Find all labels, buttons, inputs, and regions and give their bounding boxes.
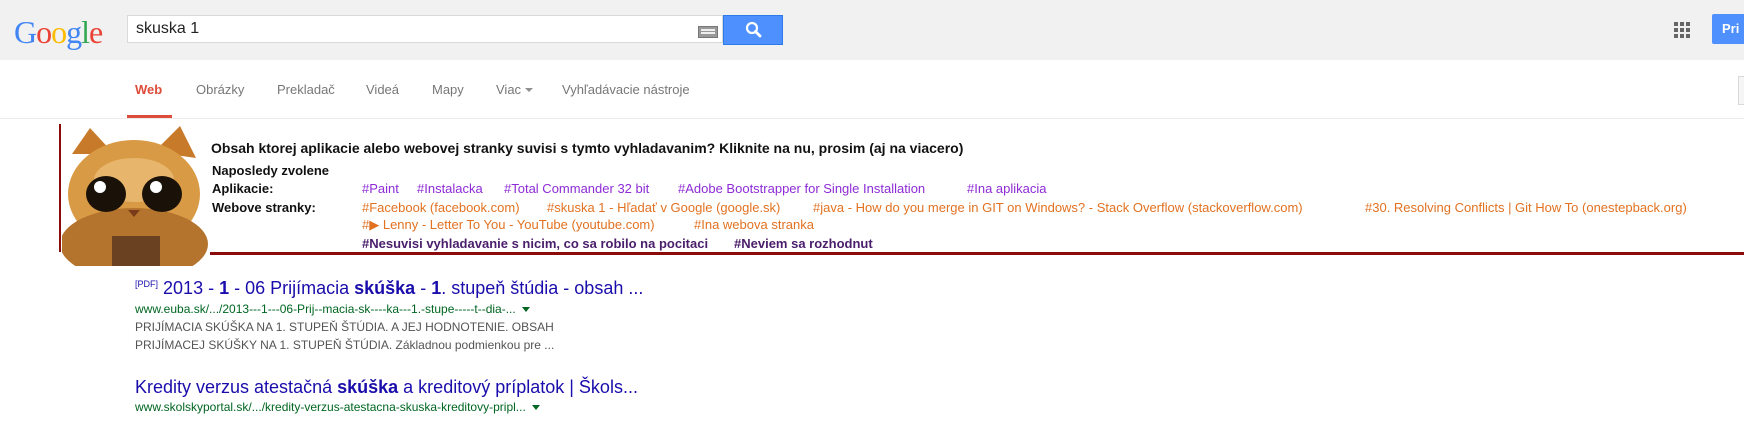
result-url[interactable]: www.skolskyportal.sk/.../kredity-verzus-…	[135, 400, 540, 414]
title-part: 2013 -	[163, 278, 220, 298]
result-snippet: PRIJÍMACEJ SKÚŠKY NA 1. STUPEŇ ŠTÚDIA. Z…	[135, 338, 555, 352]
google-logo[interactable]: Google	[14, 13, 103, 51]
app-tag[interactable]: #Total Commander 32 bit	[504, 181, 649, 196]
app-tag[interactable]: #Instalacka	[417, 181, 483, 196]
recent-label: Naposledy zvolene	[212, 163, 330, 178]
undecided-tag[interactable]: #Neviem sa rozhodnut	[734, 236, 873, 251]
panel-question: Obsah ktorej aplikacie alebo webovej str…	[211, 140, 964, 156]
app-tag[interactable]: #Adobe Bootstrapper for Single Installat…	[678, 181, 925, 196]
apps-grid-icon[interactable]	[1674, 22, 1690, 38]
search-tabs: Web Obrázky Prekladač Videá Mapy Viac Vy…	[0, 60, 1744, 119]
title-part: Kredity verzus atestačná	[135, 377, 338, 397]
sign-in-button[interactable]: Pri	[1712, 14, 1744, 44]
search-box[interactable]	[127, 15, 723, 43]
title-part: a kreditový príplatok | Škols...	[398, 377, 638, 397]
tab-more-label: Viac	[496, 82, 522, 97]
app-tag[interactable]: #Paint	[362, 181, 399, 196]
chevron-down-icon	[525, 88, 534, 92]
title-part-bold: skúška	[354, 278, 416, 298]
site-tag[interactable]: #skuska 1 - Hľadať v Google (google.sk)	[547, 200, 780, 215]
url-dropdown-icon[interactable]	[521, 307, 530, 312]
active-tab-indicator	[127, 115, 172, 118]
search-input[interactable]	[136, 19, 676, 39]
search-icon	[745, 21, 762, 38]
pdf-badge: [PDF]	[135, 279, 159, 289]
url-text: www.skolskyportal.sk/.../kredity-verzus-…	[135, 400, 526, 414]
panel-left-border	[59, 124, 61, 252]
tab-more[interactable]: Viac	[496, 82, 534, 97]
tab-translate[interactable]: Prekladač	[277, 82, 335, 97]
cat-image	[60, 124, 210, 280]
site-tag[interactable]: #java - How do you merge in GIT on Windo…	[813, 200, 1303, 215]
settings-button[interactable]	[1738, 76, 1744, 105]
logo-letter: o	[51, 14, 67, 50]
panel-bottom-border	[207, 252, 1744, 255]
sites-label: Webove stranky:	[212, 200, 316, 215]
logo-letter: e	[89, 14, 103, 50]
result-url[interactable]: www.euba.sk/.../2013---1---06-Prij--maci…	[135, 302, 530, 316]
apps-label: Aplikacie:	[212, 181, 274, 196]
site-tag[interactable]: #30. Resolving Conflicts | Git How To (o…	[1365, 200, 1687, 215]
title-part: . stupeň štúdia - obsah ...	[441, 278, 644, 298]
result-title[interactable]: Kredity verzus atestačná skúška a kredit…	[135, 377, 638, 398]
app-tag[interactable]: #Ina aplikacia	[967, 181, 1047, 196]
tab-web[interactable]: Web	[135, 82, 162, 97]
logo-letter: G	[14, 14, 37, 50]
site-tag[interactable]: #Facebook (facebook.com)	[362, 200, 520, 215]
tab-images[interactable]: Obrázky	[196, 82, 244, 97]
title-part-bold: 1	[431, 278, 442, 298]
url-text: www.euba.sk/.../2013---1---06-Prij--maci…	[135, 302, 516, 316]
site-tag[interactable]: #▶ Lenny - Letter To You - YouTube (yout…	[362, 217, 655, 233]
unrelated-tag[interactable]: #Nesuvisi vyhladavanie s nicim, co sa ro…	[362, 236, 708, 251]
url-dropdown-icon[interactable]	[531, 405, 540, 410]
site-tag[interactable]: #Ina webova stranka	[694, 217, 814, 232]
tab-videos[interactable]: Videá	[366, 82, 399, 97]
logo-letter: l	[81, 14, 90, 50]
logo-letter: o	[36, 14, 52, 50]
result-snippet: PRIJÍMACIA SKÚŠKA NA 1. STUPEŇ ŠTÚDIA. A…	[135, 320, 554, 334]
search-button[interactable]	[723, 15, 783, 45]
title-part: - 06 Prijímacia	[229, 278, 355, 298]
title-part-bold: skúška	[337, 377, 399, 397]
top-bar: Google Pri	[0, 0, 1744, 60]
tab-search-tools[interactable]: Vyhľadávacie nástroje	[562, 82, 690, 97]
keyboard-icon[interactable]	[698, 26, 718, 38]
title-part-bold: 1	[219, 278, 230, 298]
title-part: -	[415, 278, 432, 298]
logo-letter: g	[66, 14, 82, 50]
result-title[interactable]: [PDF] 2013 - 1 - 06 Prijímacia skúška - …	[135, 278, 643, 299]
tab-maps[interactable]: Mapy	[432, 82, 464, 97]
